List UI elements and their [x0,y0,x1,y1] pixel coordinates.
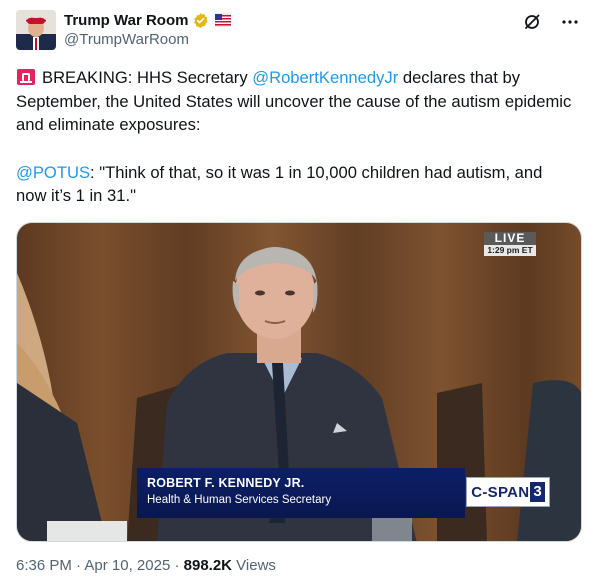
mention-robertkennedyjr[interactable]: @RobertKennedyJr [252,68,398,87]
more-dots-icon[interactable] [560,12,580,32]
author-block: Trump War Room @TrumpWarRoom [64,10,232,48]
tweet-paragraph-1: BREAKING: HHS Secretary @RobertKennedyJr… [16,66,576,137]
chyron-title: Health & Human Services Secretary [147,494,332,506]
police-siren-emoji-icon [17,69,35,85]
tweet-quote: : "Think of that, so it was 1 in 10,000 … [16,162,543,206]
chyron-name: ROBERT F. KENNEDY JR. [147,476,305,490]
video-media[interactable]: LIVE 1:29 pm ET ROBERT F. KENNEDY JR. He… [16,222,582,542]
cspan-logo: C-SPAN 3 [466,477,550,507]
chyron: ROBERT F. KENNEDY JR. Health & Human Ser… [137,468,465,518]
tweet-text-prefix: BREAKING: HHS Secretary [42,68,253,87]
live-time: 1:29 pm ET [484,245,536,256]
meta-separator: · [71,557,85,574]
live-label: LIVE [484,232,536,245]
tweet-paragraph-2: @POTUS: "Think of that, so it was 1 in 1… [16,161,576,208]
tweet-date[interactable]: Apr 10, 2025 [84,557,170,574]
american-flag-icon [215,13,232,27]
tweet-card: Trump War Room @TrumpWarRoom BREAKING: H… [0,0,600,584]
display-name[interactable]: Trump War Room [64,12,188,29]
cspan-logo-text: C-SPAN [471,483,530,501]
top-actions [522,12,580,32]
grok-icon[interactable] [522,12,542,32]
tweet-text: BREAKING: HHS Secretary @RobertKennedyJr… [16,66,576,208]
cspan-logo-number: 3 [530,482,545,502]
meta-separator-2: · [170,557,184,574]
avatar[interactable] [16,10,56,50]
handle[interactable]: @TrumpWarRoom [64,31,231,48]
mention-potus[interactable]: @POTUS [16,163,90,182]
live-badge: LIVE 1:29 pm ET [484,232,536,256]
avatar-image [16,10,56,50]
tweet-time[interactable]: 6:36 PM [16,557,72,574]
views-count[interactable]: 898.2K [184,557,232,574]
gold-verified-badge-icon[interactable] [192,12,209,29]
tweet-meta: 6:36 PM · Apr 10, 2025 · 898.2K Views [16,557,276,574]
views-label: Views [232,557,276,574]
